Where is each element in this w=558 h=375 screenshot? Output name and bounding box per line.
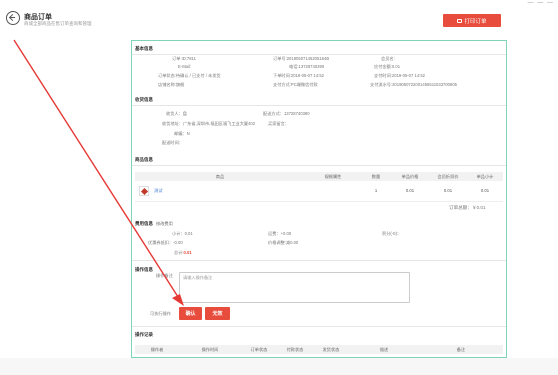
cell-subtotal: 0.01: [467, 181, 503, 202]
email: E-Mail:: [178, 64, 192, 69]
col-goods: 商品: [135, 172, 305, 181]
print-order-button[interactable]: 打印订单: [443, 14, 501, 27]
remark-textarea[interactable]: 请输入操作备注: [179, 272, 410, 303]
can-do-label: 可执行操作: [150, 311, 171, 316]
divider: [132, 165, 506, 166]
col-subtotal: 单品小计: [467, 172, 503, 181]
col-op-time: 操作时间: [179, 345, 241, 354]
invalid-button[interactable]: 无效: [205, 307, 230, 320]
page-subtitle: 商城全部商品在售订单查询和管理: [24, 21, 92, 26]
print-order-label: 打印订单: [464, 18, 487, 25]
delivery-time: 配送时间：: [162, 140, 183, 145]
divider: [132, 326, 506, 327]
cell-qty: 1: [361, 181, 391, 202]
basic-info-title: 基本信息: [135, 46, 153, 51]
col-order-status: 订单状态: [241, 345, 277, 354]
cell-discount: 0.01: [429, 181, 467, 202]
cell-spec: [305, 181, 361, 202]
printer-icon: [457, 18, 463, 23]
col-ship-status: 发货状态: [313, 345, 349, 354]
col-discount: 会员折扣价: [429, 172, 467, 181]
fee-shipping: 运费：+0.00: [268, 231, 292, 236]
pay-amount: 应付金额:0.01: [374, 64, 401, 69]
table-row: 测试 1 0.01 0.01 0.01: [135, 181, 503, 202]
edit-fee-link[interactable]: 修改费用: [156, 221, 173, 227]
divider: [132, 105, 506, 106]
delivery-method: 配送方式：13728740390: [263, 111, 310, 116]
log-table: 操作者 操作时间 订单状态 付款状态 发货状态 描述 备注: [135, 345, 503, 354]
order-status: 订单状态:待确认 / 已支付 / 未发货: [158, 73, 221, 78]
address: 收货地址：广东省,深圳市,福田区福飞工业大厦402: [162, 121, 256, 126]
pay-serial: 支付流水号:2019050722001455511033700805: [370, 82, 457, 87]
fee-coupon: 优惠券抵扣：-0.00: [148, 240, 183, 245]
fee-subtotal: 小计：0.01: [172, 231, 193, 236]
remark-label: 操作备注: [156, 273, 173, 278]
product-thumbnail[interactable]: [139, 185, 149, 196]
divider: [132, 54, 506, 55]
col-spec: 规格属性: [305, 172, 361, 181]
order-detail-panel: 基本信息 订单 ID:7811 订单号:20190507145205184B 会…: [131, 40, 507, 358]
fee-info-title: 费用信息: [135, 221, 153, 226]
col-remark: 备注: [419, 345, 503, 354]
divider: [132, 260, 506, 261]
order-total: 订单总额：￥0.01: [449, 205, 486, 210]
order-time: 下单时间:2019-05-07 14:52: [273, 73, 324, 78]
order-no: 订单号:20190507145205184B: [273, 56, 330, 61]
receiver: 收货人：盘: [166, 111, 187, 116]
zip: 邮编：N: [174, 131, 190, 136]
cell-price: 0.01: [391, 181, 429, 202]
product-link[interactable]: 测试: [154, 188, 162, 193]
back-arrow-icon[interactable]: [6, 11, 20, 25]
fee-points: 积分(-0)：: [382, 231, 402, 236]
fee-adjust: 价格调整:减0.00: [268, 240, 299, 245]
col-qty: 数量: [361, 172, 391, 181]
pay-method: 支付方式:PC端微信付款: [273, 82, 318, 87]
goods-table: 商品 规格属性 数量 单品价格 会员折扣价 单品小计 测试 1 0.01 0.0…: [135, 172, 503, 202]
confirm-button[interactable]: 确认: [179, 307, 202, 320]
col-desc: 描述: [349, 345, 419, 354]
log-title: 操作记录: [135, 332, 153, 337]
shop-name: 店铺名称:旗舰: [158, 82, 185, 87]
col-operator: 操作者: [135, 345, 179, 354]
fee-total: 总计:0.01: [174, 250, 192, 255]
pay-time: 支付时间:2019-05-07 14:52: [374, 73, 425, 78]
col-pay-status: 付款状态: [277, 345, 313, 354]
phone: 电话:13728740390: [289, 64, 325, 69]
top-dash: — — —: [527, 0, 554, 6]
receive-info-title: 收货信息: [135, 97, 153, 102]
bottom-bar: [0, 358, 558, 375]
fee-total-value: 0.01: [183, 250, 192, 255]
member-name: 会员名:: [381, 56, 395, 61]
goods-info-title: 商品信息: [135, 157, 153, 162]
buyer-message: 买家留言：: [268, 121, 289, 126]
col-price: 单品价格: [391, 172, 429, 181]
order-id: 订单 ID:7811: [172, 56, 196, 61]
